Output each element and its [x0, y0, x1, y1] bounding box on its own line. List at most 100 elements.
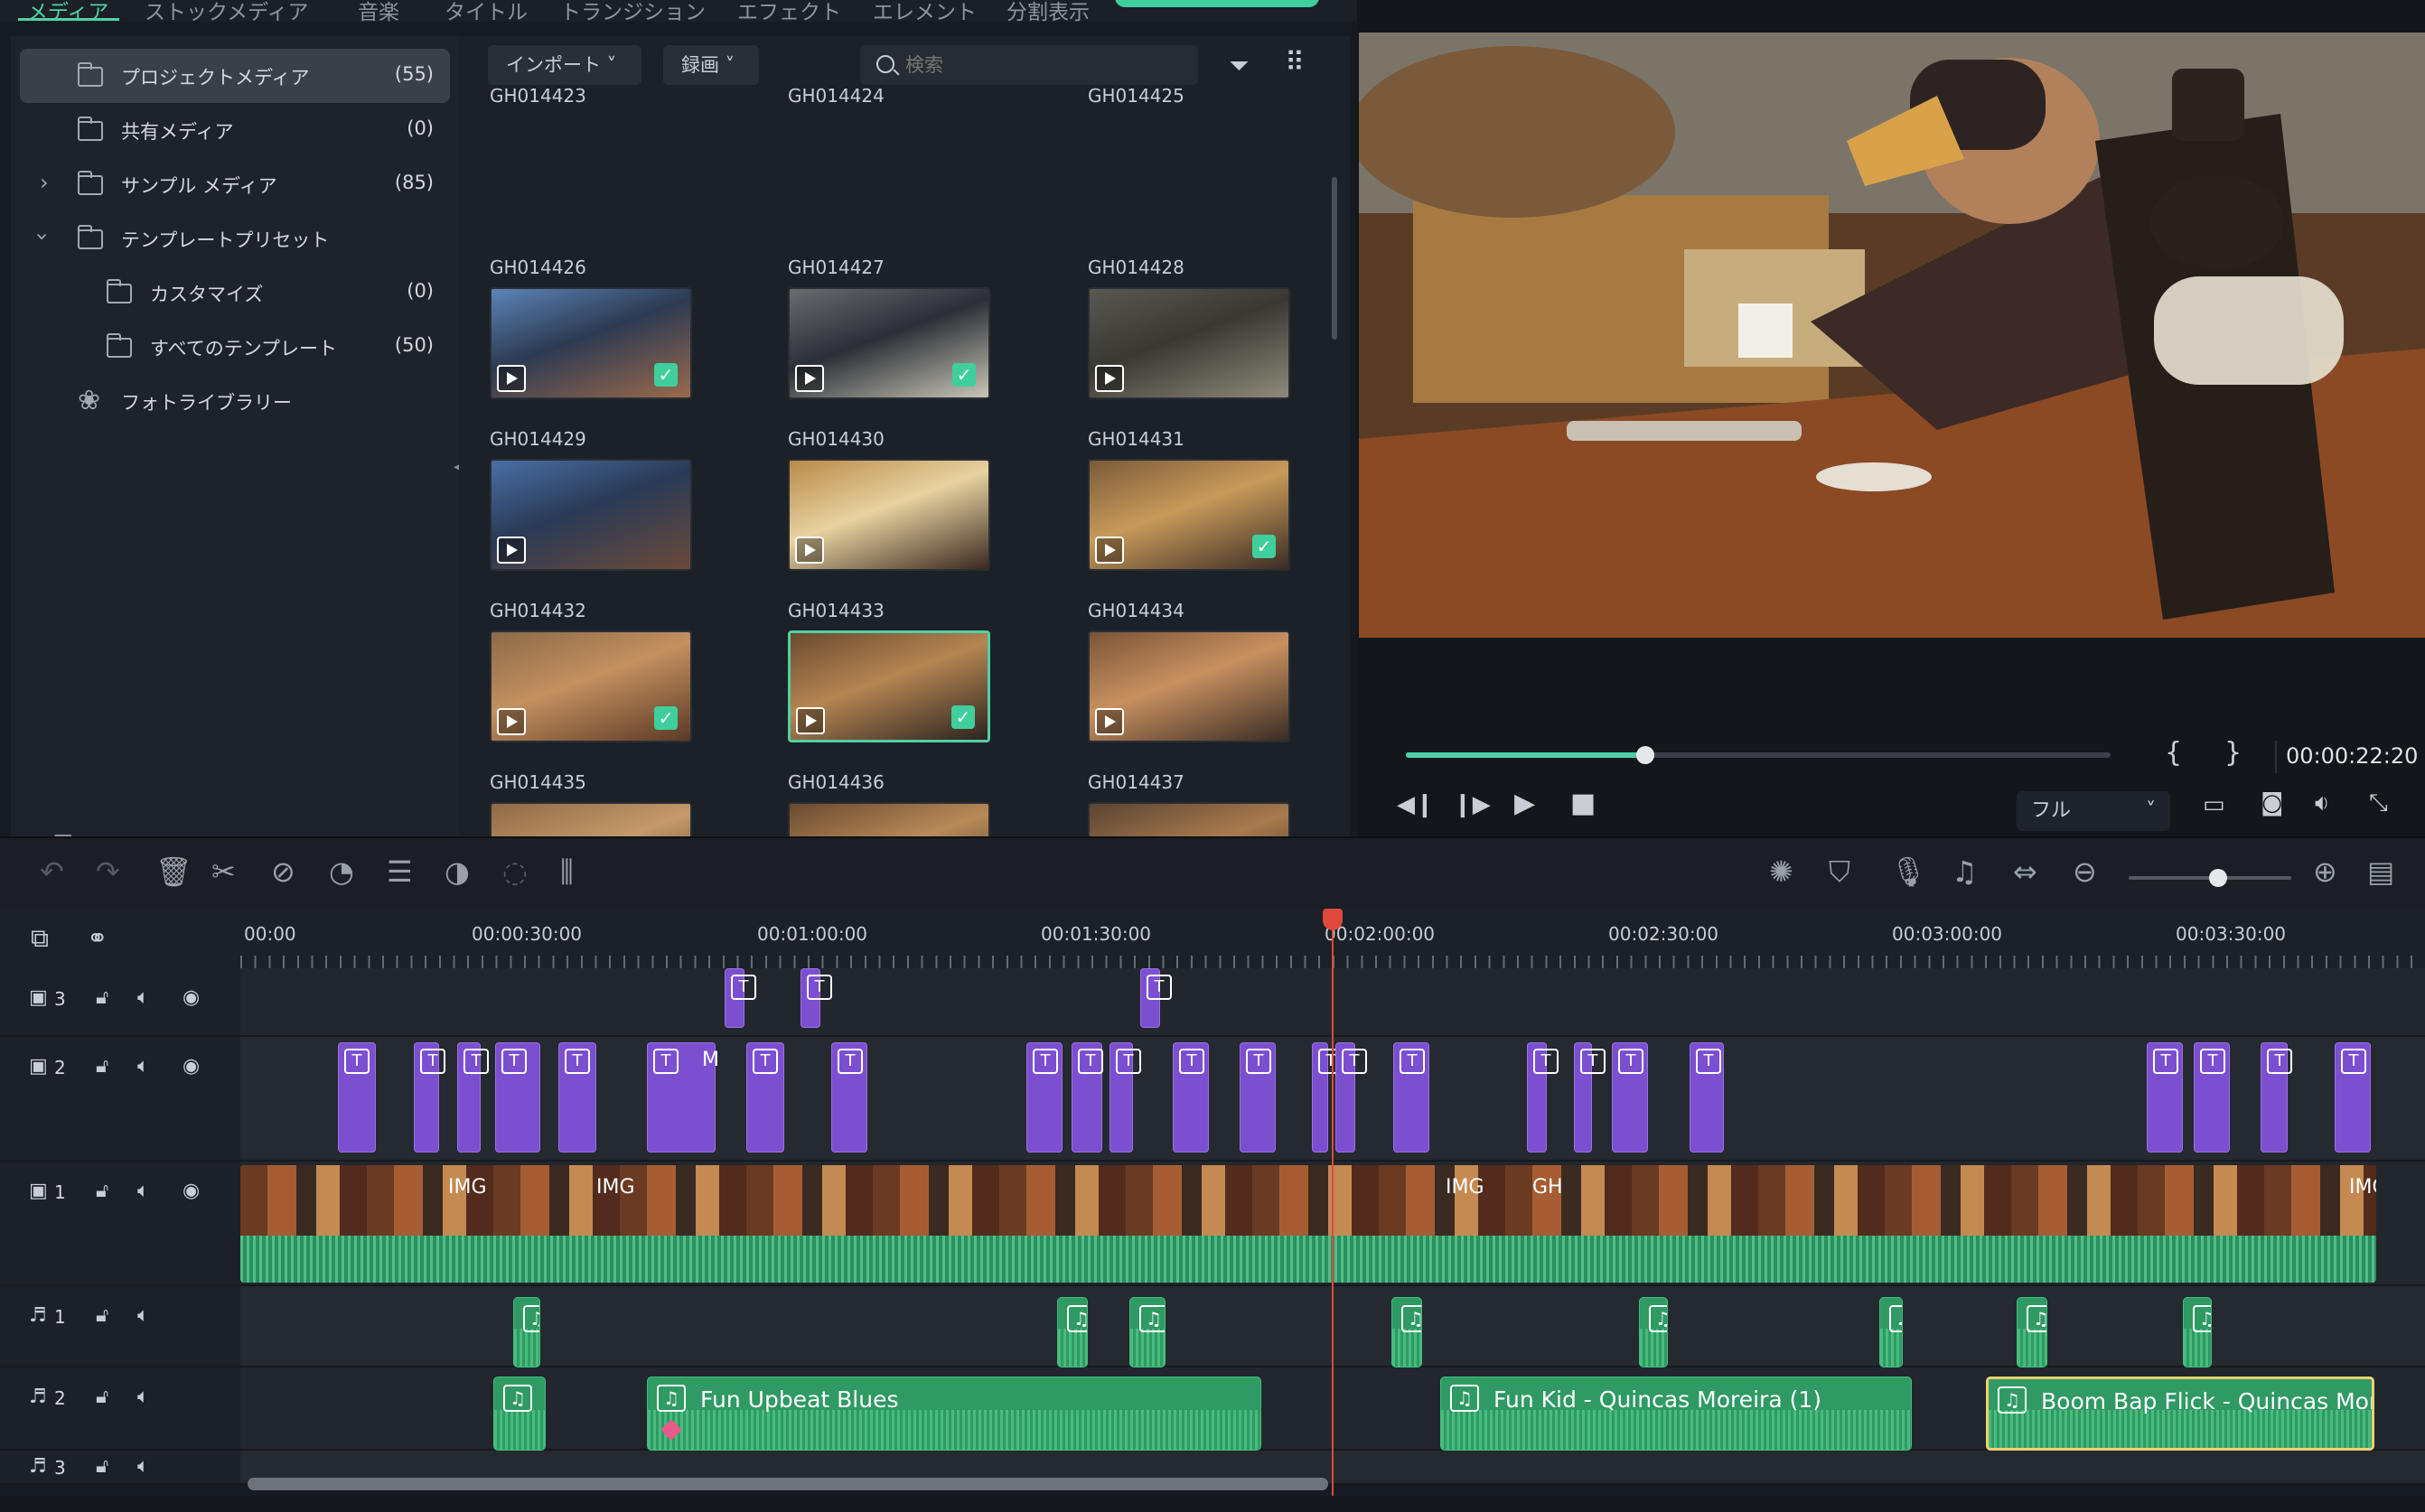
audio-clip[interactable]: ♫ [493, 1377, 546, 1451]
delete-icon[interactable]: 🗑︎ [155, 854, 192, 889]
tab-titles[interactable]: タイトル [445, 0, 528, 22]
next-frame-icon[interactable]: ❙▶ [1453, 791, 1491, 818]
media-thumbnail[interactable]: ✓ [788, 287, 990, 399]
title-clip[interactable]: T [414, 1042, 445, 1153]
media-scrollbar[interactable] [1332, 177, 1337, 340]
tab-music[interactable]: 音楽 [358, 0, 399, 22]
zoom-in-icon[interactable]: ⊕ [2313, 854, 2337, 889]
speaker-icon[interactable]: 🔈︎ [137, 1304, 149, 1327]
title-clip[interactable]: T [1574, 1042, 1606, 1153]
previous-frame-icon[interactable]: ◀❙ [1397, 791, 1435, 818]
media-item[interactable]: GH014423 [490, 85, 725, 257]
tab-elements[interactable]: エレメント [873, 0, 977, 22]
fullscreen-icon[interactable]: ⤡ [2369, 789, 2388, 817]
title-clip[interactable]: T [2261, 1042, 2292, 1153]
audio-clip[interactable]: ♫ [1129, 1297, 1166, 1367]
audio-clip[interactable]: ♫ [513, 1297, 540, 1367]
audio-mixer-icon[interactable]: ♫ [1952, 854, 1978, 889]
sidebar-item-customize[interactable]: カスタマイズ (0) [20, 266, 450, 320]
search-input[interactable] [905, 51, 1176, 79]
title-clip[interactable]: T [1612, 1042, 1648, 1153]
media-item[interactable]: GH014425 [1088, 85, 1323, 257]
zoom-out-icon[interactable]: ⊖ [2073, 854, 2097, 889]
tab-transitions[interactable]: トランジション [560, 0, 706, 22]
link-icon[interactable]: ⚭ [87, 923, 108, 953]
video-clip-strip[interactable]: IMG IMG IMG GH IMG [240, 1165, 2376, 1283]
media-thumbnail[interactable] [490, 459, 692, 571]
sidebar-item-sample-media[interactable]: › サンプル メディア (85) [20, 157, 450, 211]
progress-handle[interactable] [1636, 746, 1655, 764]
audio-clip[interactable]: ♫ [2017, 1297, 2047, 1367]
stop-icon[interactable]: ■ [1570, 788, 1596, 819]
record-button[interactable]: 録画 ˅ [663, 45, 759, 85]
audio-wave-icon[interactable]: ⫼ [560, 854, 574, 890]
title-clip[interactable]: T [1312, 1042, 1344, 1153]
media-thumbnail[interactable]: ✓ [490, 287, 692, 399]
microphone-icon[interactable]: 🎙︎ [1890, 854, 1927, 889]
title-clip[interactable]: TM [647, 1042, 719, 1153]
title-clip[interactable]: T [725, 968, 756, 1028]
audio-clip[interactable]: ♫ [1057, 1297, 1088, 1367]
speed-icon[interactable]: ◔ [329, 854, 354, 889]
media-item[interactable]: GH014430 [788, 428, 1023, 600]
eye-icon[interactable]: ◉ [183, 1180, 200, 1202]
media-item[interactable]: GH014427 ✓ [788, 257, 1023, 428]
title-clip[interactable]: T [1690, 1042, 1724, 1153]
audio-clip[interactable]: ♫ [2183, 1297, 2212, 1367]
snapshot-icon[interactable]: ◙ [2261, 789, 2283, 817]
crop-icon[interactable]: ⊘ [271, 854, 295, 889]
render-icon[interactable]: ✺ [1769, 854, 1793, 889]
speaker-icon[interactable]: 🔈︎ [137, 1180, 149, 1202]
layout-icon[interactable]: ▤ [2367, 854, 2394, 889]
lock-icon[interactable]: 🔓︎ [96, 1055, 108, 1078]
title-clip[interactable]: T [801, 968, 832, 1028]
title-clip[interactable]: T [457, 1042, 489, 1153]
sidebar-item-all-templates[interactable]: すべてのテンプレート (50) [20, 320, 450, 374]
media-item[interactable]: GH014433 ✓ [788, 600, 1023, 771]
fit-timeline-icon[interactable]: ⇔ [2013, 854, 2037, 889]
title-clip[interactable]: T [1173, 1042, 1209, 1153]
audio-clip[interactable]: ♫ [1879, 1297, 1903, 1367]
sidebar-item-template-presets[interactable]: › テンプレートプリセット [20, 211, 450, 266]
mark-in-button[interactable]: { [2165, 737, 2182, 769]
speaker-icon[interactable]: 🔈︎ [137, 986, 149, 1009]
title-clip[interactable]: T [2335, 1042, 2371, 1153]
lock-icon[interactable]: 🔓︎ [96, 1455, 108, 1478]
monitor-icon[interactable]: ▭ [2203, 791, 2225, 818]
media-thumbnail[interactable]: ✓ [1088, 459, 1290, 571]
tab-split-screen[interactable]: 分割表示 [1007, 0, 1090, 22]
title-clip[interactable]: T [2147, 1042, 2183, 1153]
eye-icon[interactable]: ◉ [183, 1055, 200, 1078]
media-item[interactable]: GH014429 [490, 428, 725, 600]
chevron-right-icon[interactable]: › [40, 170, 49, 195]
audio-clip[interactable]: ♫ Fun Kid - Quincas Moreira (1) [1440, 1377, 1912, 1451]
title-clip[interactable]: T [1026, 1042, 1063, 1153]
lock-icon[interactable]: 🔓︎ [96, 986, 108, 1009]
playhead-handle[interactable] [1323, 909, 1343, 930]
media-thumbnail[interactable] [1088, 630, 1290, 742]
media-item[interactable]: GH014434 [1088, 600, 1323, 771]
title-clip[interactable]: T [1110, 1042, 1141, 1153]
search-box[interactable] [860, 45, 1198, 85]
title-clip[interactable]: T [1240, 1042, 1276, 1153]
sidebar-item-project-media[interactable]: プロジェクトメディア (55) [20, 49, 450, 103]
media-thumbnail[interactable]: ✓ [788, 630, 990, 742]
mark-out-button[interactable]: } [2224, 737, 2242, 769]
media-item[interactable]: GH014428 [1088, 257, 1323, 428]
title-clip[interactable]: T [1393, 1042, 1429, 1153]
grid-view-icon[interactable]: ⠿ [1285, 47, 1305, 79]
sidebar-item-shared-media[interactable]: 共有メディア (0) [20, 103, 450, 157]
lock-icon[interactable]: 🔓︎ [96, 1386, 108, 1408]
play-icon[interactable]: ▶ [1514, 788, 1535, 819]
media-thumbnail[interactable]: ✓ [490, 630, 692, 742]
sidebar-item-photo-library[interactable]: ❀ フォトライブラリー [20, 374, 450, 428]
media-item[interactable]: GH014424 [788, 85, 1023, 257]
title-clip[interactable]: T [1072, 1042, 1103, 1153]
text-to-speech-icon[interactable]: ◌ [502, 854, 528, 889]
chevron-down-icon[interactable]: › [30, 232, 55, 241]
title-clip[interactable]: T [831, 1042, 867, 1153]
media-thumbnail[interactable] [1088, 287, 1290, 399]
audio-clip[interactable]: ♫ Boom Bap Flick - Quincas Mor [1986, 1377, 2374, 1451]
undo-icon[interactable]: ↶ [40, 854, 64, 889]
lock-icon[interactable]: 🔓︎ [96, 1304, 108, 1327]
